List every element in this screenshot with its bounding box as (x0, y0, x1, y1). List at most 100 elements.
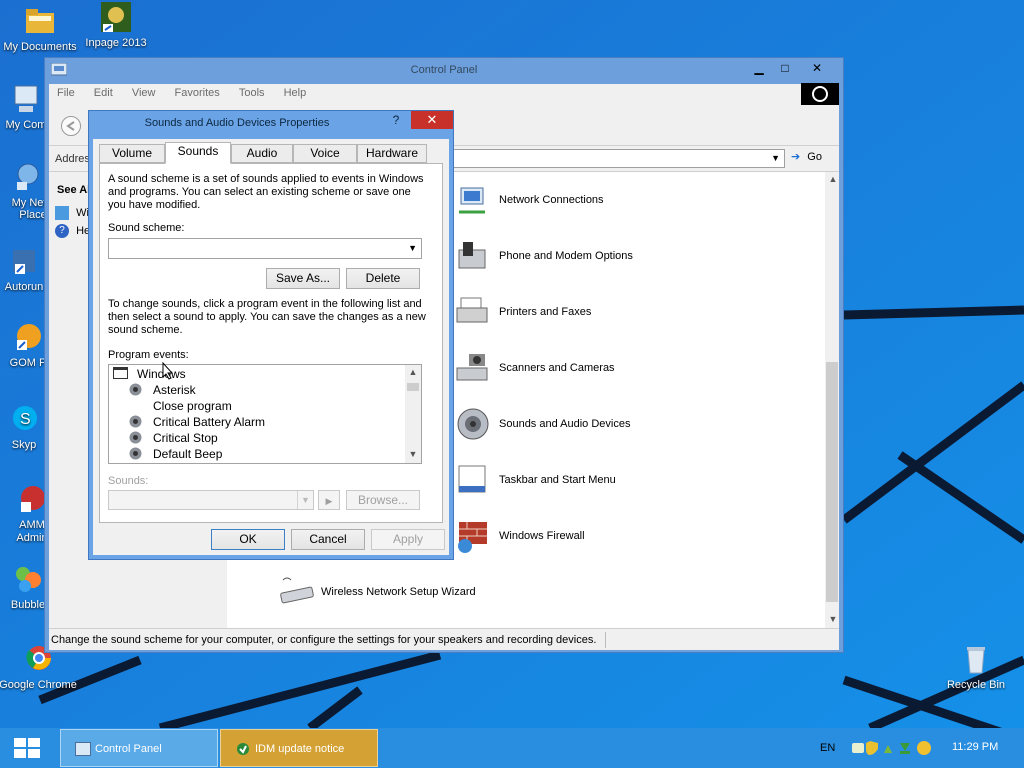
control-panel-icon (75, 742, 91, 756)
play-icon: ▶ (325, 496, 333, 506)
window-icon (113, 367, 128, 379)
shield-icon (866, 741, 878, 755)
help-icon: ? (55, 224, 69, 238)
delete-button[interactable]: Delete (346, 268, 420, 289)
printer-icon (455, 294, 491, 330)
wireless-icon (277, 574, 314, 610)
svg-text:S: S (20, 411, 31, 428)
speaker-icon (129, 415, 142, 428)
network-tray-icon (884, 745, 892, 753)
change-sounds-description: To change sounds, click a program event … (108, 298, 426, 336)
sounds-tab-panel: A sound scheme is a set of sounds applie… (99, 163, 443, 523)
chevron-down-icon: ▼ (408, 243, 417, 253)
speaker-icon (129, 383, 142, 396)
desktop-icon-recycle-bin[interactable]: Recycle Bin (936, 642, 1016, 691)
download-icon (900, 743, 910, 754)
windows-logo-icon (14, 738, 40, 758)
events-scrollbar[interactable]: ▲ ▼ (405, 365, 421, 463)
scroll-down-arrow[interactable]: ▼ (827, 614, 839, 624)
left-link-windows[interactable]: Wi (55, 206, 89, 220)
help-button[interactable]: ? (389, 113, 403, 129)
menu-favorites[interactable]: Favorites (167, 84, 228, 102)
minimize-button[interactable]: ▁ (745, 60, 773, 78)
tab-voice[interactable]: Voice (293, 144, 357, 163)
browse-button[interactable]: Browse... (346, 490, 420, 510)
maximize-button[interactable]: □ (771, 60, 799, 78)
taskbar-item-control-panel[interactable]: Control Panel (60, 729, 218, 767)
close-button[interactable]: ✕ (803, 60, 831, 78)
dialog-close-button[interactable]: ✕ (411, 111, 453, 129)
start-button[interactable] (12, 736, 42, 760)
speaker-icon (129, 431, 142, 444)
system-tray (852, 739, 938, 757)
gom-player-icon (11, 320, 45, 354)
program-events-label: Program events: (108, 349, 189, 361)
ok-button[interactable]: OK (211, 529, 285, 550)
status-text: Change the sound scheme for your compute… (51, 634, 597, 646)
scroll-thumb[interactable] (407, 383, 419, 391)
sounds-audio-properties-dialog: Sounds and Audio Devices Properties ? ✕ … (88, 110, 454, 560)
go-button[interactable]: ➔ Go (791, 150, 822, 163)
menu-bar: File Edit View Favorites Tools Help (49, 84, 839, 106)
title-bar[interactable]: Control Panel ▁ □ ✕ (45, 58, 843, 84)
language-indicator[interactable]: EN (820, 742, 835, 754)
tab-sounds[interactable]: Sounds (165, 142, 231, 164)
speaker-icon (129, 447, 142, 460)
recycle-bin-icon (959, 642, 993, 676)
sounds-label: Sounds: (108, 475, 149, 487)
clock[interactable]: 11:29 PM (952, 741, 998, 753)
dialog-body: Volume Sounds Audio Voice Hardware A sou… (93, 139, 449, 555)
mouse-cursor (162, 362, 174, 380)
tab-audio[interactable]: Audio (231, 144, 293, 163)
menu-view[interactable]: View (124, 84, 164, 102)
computer-icon (9, 82, 43, 116)
windows-throbber (801, 83, 839, 105)
emoji-icon (917, 741, 931, 755)
scroll-up-arrow[interactable]: ▲ (827, 174, 839, 184)
apply-button[interactable]: Apply (371, 529, 445, 550)
chevron-down-icon[interactable]: ▼ (771, 153, 780, 163)
back-arrow-icon (66, 121, 75, 131)
scroll-up-arrow[interactable]: ▲ (407, 367, 419, 377)
network-connections-icon (455, 182, 491, 218)
firewall-icon (455, 518, 491, 554)
bubble-icon (11, 562, 45, 596)
chat-icon (852, 743, 864, 753)
go-arrow-icon: ➔ (791, 151, 801, 163)
taskbar-icon (455, 462, 491, 498)
chevron-down-icon: ▼ (297, 491, 313, 509)
windows-update-icon (55, 206, 69, 220)
taskbar-item-idm[interactable]: IDM update notice (220, 729, 378, 767)
menu-file[interactable]: File (49, 84, 83, 102)
tab-volume[interactable]: Volume (99, 144, 165, 163)
vertical-scrollbar[interactable]: ▲ ▼ (825, 172, 839, 628)
speaker-icon (455, 406, 491, 442)
menu-edit[interactable]: Edit (86, 84, 121, 102)
play-button[interactable]: ▶ (318, 490, 340, 510)
scroll-down-arrow[interactable]: ▼ (407, 449, 419, 459)
scanner-camera-icon (455, 350, 491, 386)
autorun-icon (7, 244, 41, 278)
sounds-dropdown[interactable]: ▼ (108, 490, 314, 510)
see-also-heading: See Al (57, 184, 91, 196)
cancel-button[interactable]: Cancel (291, 529, 365, 550)
tab-hardware[interactable]: Hardware (357, 144, 427, 163)
program-events-list[interactable]: Windows Asterisk Close program Critical … (108, 364, 422, 464)
menu-help[interactable]: Help (276, 84, 315, 102)
window-title: Control Panel (410, 64, 478, 76)
taskbar: Control Panel IDM update notice EN 11:29… (0, 728, 1024, 768)
left-link-help[interactable]: ? He (55, 224, 90, 238)
menu-tools[interactable]: Tools (231, 84, 273, 102)
inpage-icon (99, 0, 133, 34)
desktop-icon-my-documents[interactable]: My Documents (0, 4, 80, 53)
idm-icon (235, 742, 251, 756)
back-button[interactable] (61, 116, 81, 136)
save-as-button[interactable]: Save As... (266, 268, 340, 289)
scheme-description: A sound scheme is a set of sounds applie… (108, 173, 424, 211)
network-places-icon (11, 160, 45, 194)
sound-scheme-dropdown[interactable]: ▼ (108, 238, 422, 259)
scroll-thumb[interactable] (826, 362, 838, 602)
phone-modem-icon (455, 238, 491, 274)
desktop-icon-inpage[interactable]: Inpage 2013 (76, 0, 156, 49)
scheme-label: Sound scheme: (108, 222, 185, 234)
